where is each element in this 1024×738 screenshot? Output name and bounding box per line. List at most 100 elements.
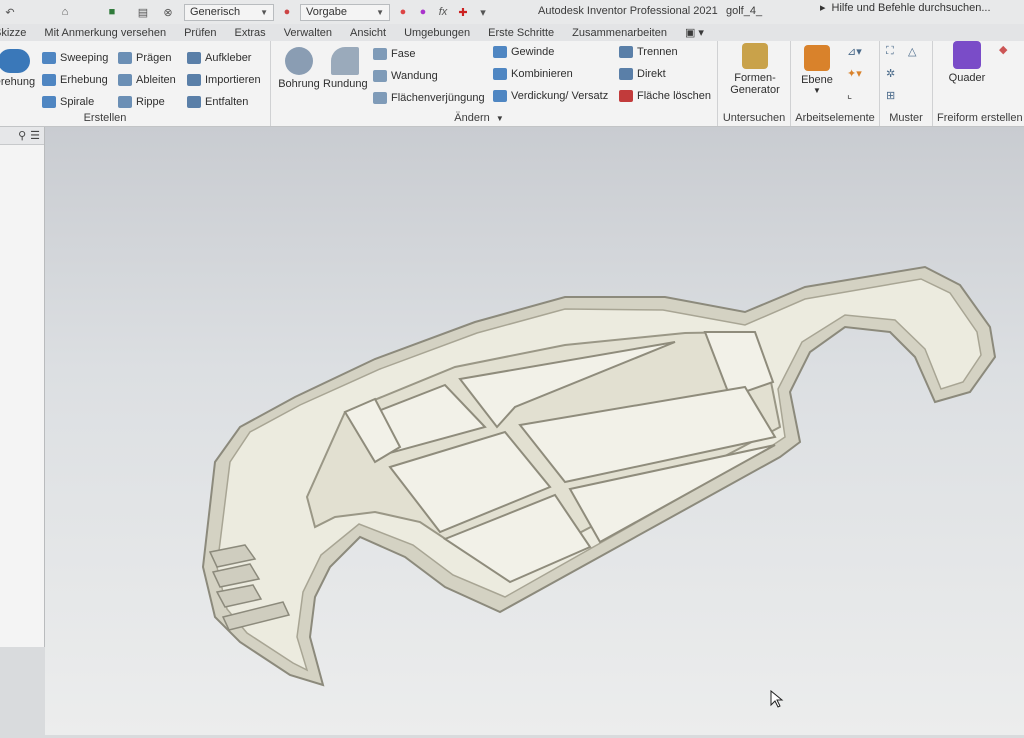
ebene-label: Ebene — [801, 74, 833, 86]
rippe-button[interactable]: Rippe — [118, 96, 165, 108]
entfalten-button[interactable]: Entfalten — [187, 96, 248, 108]
tab-overflow-icon[interactable]: ▣ ▾ — [685, 26, 704, 39]
tab-skizze[interactable]: Skizze — [0, 27, 26, 39]
aufkleber-button[interactable]: Aufkleber — [187, 52, 251, 64]
erhebung-label: Erhebung — [60, 74, 108, 86]
sweeping-button[interactable]: Sweeping — [42, 52, 108, 64]
ableiten-button[interactable]: Ableiten — [118, 74, 176, 86]
graphics-viewport[interactable] — [45, 127, 1024, 735]
mirror-icon[interactable]: △ — [908, 45, 916, 58]
menu-icon[interactable]: ☰ — [30, 129, 40, 142]
thicken-icon — [493, 90, 507, 102]
group-freiform: Quader ◆ Freiform erstellen — [933, 41, 1024, 126]
tab-verwalten[interactable]: Verwalten — [284, 27, 332, 39]
direct-edit-icon — [619, 68, 633, 80]
verdickung-label: Verdickung/ Versatz — [511, 90, 609, 102]
save-icon[interactable]: ■ — [105, 5, 119, 19]
rundung-button[interactable]: Rundung — [323, 47, 368, 90]
clear-appearance-icon[interactable]: ● — [416, 5, 430, 19]
qat-menu-icon[interactable]: ▾ — [476, 5, 490, 19]
spirale-button[interactable]: Spirale — [42, 96, 94, 108]
gewinde-label: Gewinde — [511, 46, 555, 58]
revolve-icon — [0, 49, 30, 73]
sweep-icon — [42, 52, 56, 64]
wandung-button[interactable]: Wandung — [373, 70, 438, 82]
hole-icon — [285, 47, 313, 75]
appearance-ball-icon[interactable]: ● — [280, 5, 294, 19]
importieren-button[interactable]: Importieren — [187, 74, 261, 86]
formen-generator-button[interactable]: Formen- Generator — [722, 43, 788, 96]
tab-umgebungen[interactable]: Umgebungen — [404, 27, 470, 39]
flaechenverjuengung-button[interactable]: Flächenverjüngung — [373, 92, 485, 104]
home-icon[interactable]: ⌂ — [58, 5, 72, 19]
add-plus-icon[interactable]: ✚ — [456, 5, 470, 19]
coil-icon — [42, 96, 56, 108]
chamfer-icon — [373, 48, 387, 60]
group-muster: ⛶ △ ✲ ⊞ Muster — [880, 41, 933, 126]
bohrung-button[interactable]: Bohrung — [277, 47, 321, 90]
sketch-pattern-icon[interactable]: ⊞ — [886, 89, 895, 102]
tab-zusammenarbeiten[interactable]: Zusammenarbeiten — [572, 27, 667, 39]
drehung-button[interactable]: Drehung — [0, 49, 36, 88]
box-icon — [953, 41, 981, 69]
kombinieren-button[interactable]: Kombinieren — [493, 68, 573, 80]
fase-label: Fase — [391, 48, 416, 60]
fase-button[interactable]: Fase — [373, 48, 415, 60]
gewinde-button[interactable]: Gewinde — [493, 46, 554, 58]
group-label-muster: Muster — [889, 112, 923, 124]
tab-erste-schritte[interactable]: Erste Schritte — [488, 27, 554, 39]
erhebung-button[interactable]: Erhebung — [42, 74, 108, 86]
trennen-button[interactable]: Trennen — [619, 46, 678, 58]
document-name: golf_4_ — [726, 5, 763, 17]
appearance-dropdown[interactable]: Vorgabe ▼ — [300, 3, 390, 21]
loft-icon — [42, 74, 56, 86]
kombinieren-label: Kombinieren — [511, 68, 573, 80]
shape-generator-icon — [742, 43, 768, 69]
ebene-button[interactable]: Ebene ▼ — [795, 45, 839, 95]
search-icon[interactable]: ⚲ — [18, 129, 26, 142]
direkt-label: Direkt — [637, 68, 666, 80]
chevron-down-icon: ▼ — [376, 7, 384, 17]
rundung-label: Rundung — [323, 78, 368, 90]
browser-header: ⚲ ☰ — [0, 127, 44, 145]
tab-extras[interactable]: Extras — [235, 27, 266, 39]
close-material-icon[interactable]: ⊗ — [161, 5, 175, 19]
work-axis-icon[interactable]: ⊿▾ — [847, 45, 862, 58]
drehung-label: Drehung — [0, 76, 36, 88]
tab-anmerkung[interactable]: Mit Anmerkung versehen — [44, 27, 166, 39]
help-search-text: Hilfe und Befehle durchsuchen... — [831, 1, 991, 14]
flaeche-loeschen-button[interactable]: Fläche löschen — [619, 90, 711, 102]
undo-icon[interactable]: ↶ — [3, 5, 17, 19]
search-arrow-icon: ▸ — [820, 2, 826, 14]
tab-ansicht[interactable]: Ansicht — [350, 27, 386, 39]
help-search[interactable]: ▸ Hilfe und Befehle durchsuchen... — [820, 0, 1000, 15]
circ-pattern-icon[interactable]: ✲ — [886, 67, 895, 80]
emboss-icon — [118, 52, 132, 64]
work-point-icon[interactable]: ✦▾ — [847, 67, 862, 80]
flaeche-loeschen-label: Fläche löschen — [637, 90, 711, 102]
praegen-button[interactable]: Prägen — [118, 52, 171, 64]
freeform-more-icon[interactable]: ◆ — [999, 43, 1007, 56]
quader-button[interactable]: Quader — [945, 41, 989, 84]
work-plane-icon — [804, 45, 830, 71]
aendern-label-text: Ändern — [454, 112, 490, 124]
group-label-freiform: Freiform erstellen — [937, 112, 1023, 124]
derive-icon — [118, 74, 132, 86]
group-label-aendern[interactable]: Ändern ▼ — [241, 112, 717, 124]
verdickung-button[interactable]: Verdickung/ Versatz — [493, 90, 608, 102]
combine-icon — [493, 68, 507, 80]
print-icon[interactable]: ▤ — [136, 5, 150, 19]
material-dropdown[interactable]: Generisch ▼ — [184, 3, 274, 21]
color-override-icon[interactable]: ● — [396, 5, 410, 19]
split-icon — [619, 46, 633, 58]
chevron-down-icon: ▼ — [813, 86, 821, 95]
rect-pattern-icon[interactable]: ⛶ — [886, 45, 894, 58]
trennen-label: Trennen — [637, 46, 678, 58]
mouse-cursor-icon — [770, 690, 784, 708]
direkt-button[interactable]: Direkt — [619, 68, 666, 80]
ribbon-tabs: Skizze Mit Anmerkung versehen Prüfen Ext… — [0, 24, 1024, 41]
tab-pruefen[interactable]: Prüfen — [184, 27, 216, 39]
shell-icon — [373, 70, 387, 82]
fx-parameters-icon[interactable]: fx — [436, 5, 450, 19]
ucs-icon[interactable]: ⌞ — [847, 88, 852, 101]
